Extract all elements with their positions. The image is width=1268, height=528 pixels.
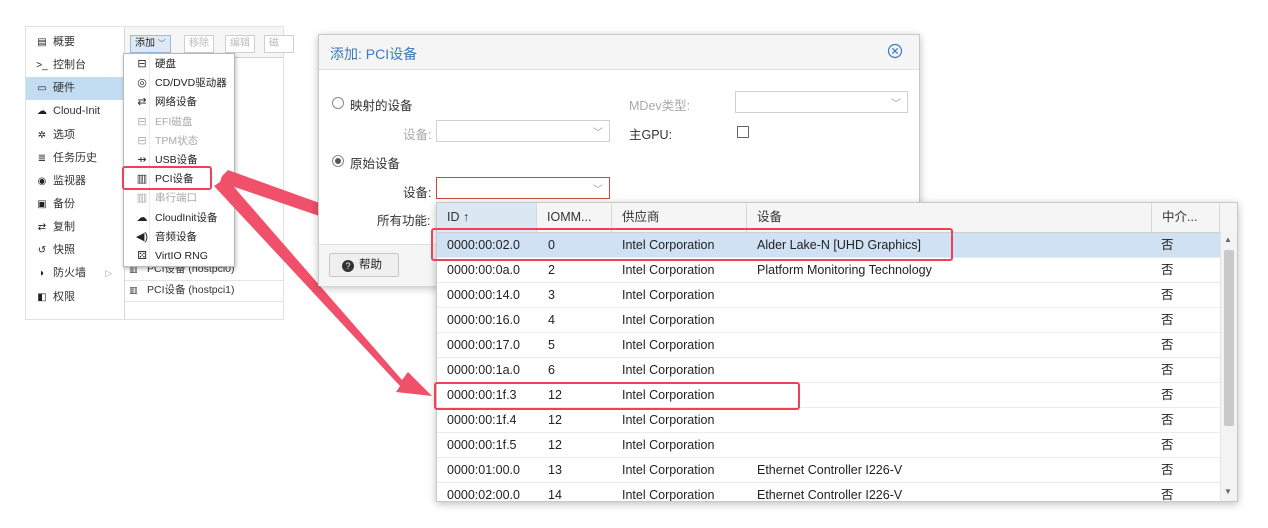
cell-iommu-group: 2	[548, 263, 555, 277]
mdev-type-select[interactable]: ﹀	[735, 91, 908, 113]
cell-iommu-group: 5	[548, 338, 555, 352]
gpu-row-highlight-box	[431, 228, 953, 261]
column-header-mediated[interactable]: 中介...	[1152, 203, 1220, 232]
help-button[interactable]: ? 帮助	[329, 253, 399, 277]
cell-iommu-group: 12	[548, 438, 562, 452]
table-row[interactable]: 0000:00:1f.5 12 Intel Corporation 否	[437, 433, 1220, 458]
close-icon[interactable]	[887, 43, 903, 59]
cell-mediated: 否	[1161, 488, 1174, 502]
table-row[interactable]: 0000:00:17.0 5 Intel Corporation 否	[437, 333, 1220, 358]
table-row[interactable]: 0000:01:00.0 13 Intel Corporation Ethernet …	[437, 458, 1220, 483]
cell-iommu-group: 14	[548, 488, 562, 502]
scroll-up-icon[interactable]: ▲	[1224, 235, 1232, 244]
cell-id: 0000:00:1a.0	[447, 363, 520, 377]
cell-iommu-group: 6	[548, 363, 555, 377]
cell-id: 0000:01:00.0	[447, 463, 520, 477]
cell-iommu-group: 3	[548, 288, 555, 302]
help-icon: ?	[342, 260, 354, 272]
mapped-device-radio[interactable]	[332, 97, 344, 109]
mapped-device-select[interactable]: ﹀	[436, 120, 610, 142]
raw-device-field-label: 设备:	[403, 186, 432, 200]
cell-device: Ethernet Controller I226-V	[757, 488, 903, 502]
cell-mediated: 否	[1161, 263, 1174, 277]
cell-id: 0000:00:16.0	[447, 313, 520, 327]
primary-gpu-label: 主GPU:	[629, 128, 673, 142]
dialog-title: 添加: PCI设备	[330, 46, 418, 62]
audio-row-highlight-box	[434, 382, 800, 410]
cell-vendor: Intel Corporation	[622, 363, 715, 377]
cell-mediated: 否	[1161, 313, 1174, 327]
table-row[interactable]: 0000:00:1a.0 6 Intel Corporation 否	[437, 358, 1220, 383]
cell-mediated: 否	[1161, 238, 1174, 252]
mdev-type-label: MDev类型:	[629, 99, 691, 113]
cell-device: Ethernet Controller I226-V	[757, 463, 903, 477]
cell-mediated: 否	[1161, 338, 1174, 352]
cell-id: 0000:02:00.0	[447, 488, 520, 502]
cell-mediated: 否	[1161, 463, 1174, 477]
cell-id: 0000:00:0a.0	[447, 263, 520, 277]
table-row[interactable]: 0000:00:14.0 3 Intel Corporation 否	[437, 283, 1220, 308]
cell-vendor: Intel Corporation	[622, 313, 715, 327]
cell-vendor: Intel Corporation	[622, 488, 715, 502]
cell-iommu-group: 13	[548, 463, 562, 477]
cell-id: 0000:00:14.0	[447, 288, 520, 302]
all-functions-label: 所有功能:	[377, 214, 431, 228]
table-row[interactable]: 0000:00:1f.4 12 Intel Corporation 否	[437, 408, 1220, 433]
raw-device-radio[interactable]	[332, 155, 344, 167]
mapped-device-label: 映射的设备	[350, 99, 413, 113]
table-row[interactable]: 0000:00:0a.0 2 Intel Corporation Platform M…	[437, 258, 1220, 283]
raw-device-label: 原始设备	[350, 157, 401, 171]
cell-mediated: 否	[1161, 388, 1174, 402]
mapped-device-field-label: 设备:	[403, 128, 432, 142]
grid-scrollbar[interactable]: ▲ ▼	[1220, 232, 1237, 501]
dialog-header: 添加: PCI设备	[319, 35, 919, 70]
chevron-down-icon: ﹀	[593, 185, 603, 196]
cell-mediated: 否	[1161, 288, 1174, 302]
cell-id: 0000:00:1f.4	[447, 413, 517, 427]
scrollbar-thumb[interactable]	[1224, 250, 1234, 426]
cell-iommu-group: 4	[548, 313, 555, 327]
cell-vendor: Intel Corporation	[622, 263, 715, 277]
cell-mediated: 否	[1161, 438, 1174, 452]
cell-id: 0000:00:17.0	[447, 338, 520, 352]
cell-vendor: Intel Corporation	[622, 438, 715, 452]
cell-iommu-group: 12	[548, 413, 562, 427]
cell-vendor: Intel Corporation	[622, 288, 715, 302]
cell-device: Platform Monitoring Technology	[757, 263, 932, 277]
cell-vendor: Intel Corporation	[622, 338, 715, 352]
cell-vendor: Intel Corporation	[622, 463, 715, 477]
table-row[interactable]: 0000:00:16.0 4 Intel Corporation 否	[437, 308, 1220, 333]
scroll-down-icon[interactable]: ▼	[1224, 487, 1232, 496]
primary-gpu-checkbox[interactable]	[737, 126, 749, 138]
chevron-down-icon: ﹀	[891, 99, 901, 110]
cell-mediated: 否	[1161, 413, 1174, 427]
table-row[interactable]: 0000:02:00.0 14 Intel Corporation Ethernet …	[437, 483, 1220, 502]
cell-id: 0000:00:1f.5	[447, 438, 517, 452]
cell-vendor: Intel Corporation	[622, 413, 715, 427]
help-button-label: 帮助	[359, 259, 382, 271]
cell-mediated: 否	[1161, 363, 1174, 377]
chevron-down-icon: ﹀	[593, 128, 603, 139]
raw-device-select[interactable]: ﹀	[436, 177, 610, 199]
